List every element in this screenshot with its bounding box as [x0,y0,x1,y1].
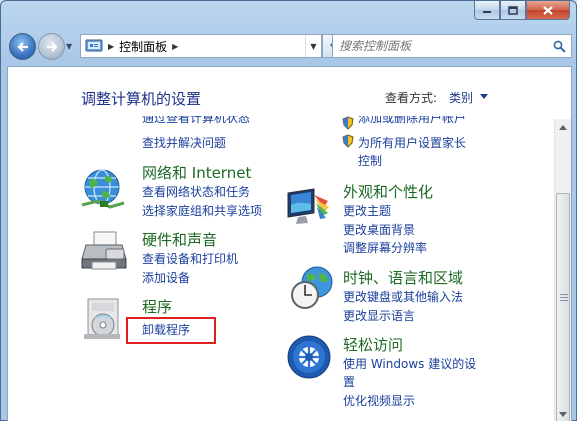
keyboard-input-link[interactable]: 更改键盘或其他输入法 [343,288,463,305]
printer-icon[interactable] [80,229,128,273]
programs-heading[interactable]: 程序 [142,296,172,317]
caption-buttons [474,1,570,21]
control-panel-window: ▼ ▶ 控制面板 ▶ ▼ 搜索控制面板 调整计算机的设置 查看方式: 类别 通过… [0,0,577,421]
optimize-display-link[interactable]: 优化视频显示 [343,392,415,409]
parental-controls-link-cont[interactable]: 控制 [358,152,382,169]
minimize-button[interactable] [474,1,500,20]
chevron-down-icon [559,412,567,417]
devices-printers-link[interactable]: 查看设备和打印机 [142,250,238,267]
change-theme-link[interactable]: 更改主题 [343,202,391,219]
recent-pages-dropdown[interactable]: ▼ [66,42,72,51]
maximize-icon [508,5,518,15]
chevron-up-icon [559,125,567,130]
search-box[interactable] [332,34,572,58]
search-input[interactable] [333,39,543,53]
screen-resolution-link[interactable]: 调整屏幕分辨率 [343,239,427,256]
parental-controls-link[interactable]: 为所有用户设置家长 [358,134,466,151]
scroll-down-button[interactable] [555,406,571,421]
breadcrumb-control-panel[interactable]: 控制面板 [119,38,167,55]
breadcrumb-separator[interactable]: ▶ [108,42,114,51]
add-remove-users-link-partial[interactable]: 添加或删除用户帐户 [358,116,466,125]
clock-globe-icon[interactable] [289,265,335,311]
grip-icon [560,294,568,303]
scroll-thumb[interactable] [556,193,570,421]
shield-icon [342,116,354,130]
address-dropdown[interactable]: ▼ [305,35,321,57]
troubleshoot-link[interactable]: 查找并解决问题 [142,134,226,151]
ease-of-access-icon[interactable] [286,334,332,380]
scroll-up-button[interactable] [555,119,571,136]
ease-of-access-heading[interactable]: 轻松访问 [343,334,403,355]
highlight-box [126,317,216,344]
arrow-right-icon [46,41,58,52]
view-by-label: 查看方式: [385,91,438,105]
control-panel-icon [85,39,103,52]
address-bar[interactable]: ▶ 控制面板 ▶ ▼ [80,34,322,58]
programs-disc-icon[interactable] [82,296,126,342]
view-by-dropdown[interactable]: 类别 [449,89,473,106]
navigation-bar: ▼ ▶ 控制面板 ▶ ▼ [7,31,572,61]
close-icon [543,5,553,15]
network-internet-heading[interactable]: 网络和 Internet [142,162,251,183]
close-button[interactable] [526,1,570,20]
appearance-monitor-icon[interactable] [284,185,332,229]
vertical-scrollbar[interactable] [554,119,571,421]
add-device-link[interactable]: 添加设备 [142,269,190,286]
arrow-left-icon [16,41,28,52]
search-icon[interactable] [553,40,566,53]
page-title: 调整计算机的设置 [81,90,202,108]
network-globe-icon[interactable] [80,167,126,211]
shield-icon [342,134,354,148]
system-status-link-partial[interactable]: 通过查看计算机状态 [142,116,250,125]
homegroup-sharing-link[interactable]: 选择家庭组和共享选项 [142,202,262,219]
clock-language-region-heading[interactable]: 时钟、语言和区域 [343,267,463,288]
hardware-sound-heading[interactable]: 硬件和声音 [142,229,217,250]
windows-suggestions-link-cont[interactable]: 置 [343,373,355,390]
forward-button[interactable] [38,33,65,60]
maximize-button[interactable] [500,1,526,20]
desktop-background-link[interactable]: 更改桌面背景 [343,221,415,238]
windows-suggestions-link[interactable]: 使用 Windows 建议的设 [343,355,476,372]
network-status-link[interactable]: 查看网络状态和任务 [142,183,250,200]
minimize-icon [483,11,491,13]
back-button[interactable] [9,33,36,60]
content-pane: 调整计算机的设置 查看方式: 类别 通过查看计算机状态 查找并解决问题 网络和 … [7,66,572,421]
breadcrumb-separator[interactable]: ▶ [172,42,178,51]
appearance-heading[interactable]: 外观和个性化 [343,181,433,202]
display-language-link[interactable]: 更改显示语言 [343,307,415,324]
chevron-down-icon[interactable] [480,94,488,99]
